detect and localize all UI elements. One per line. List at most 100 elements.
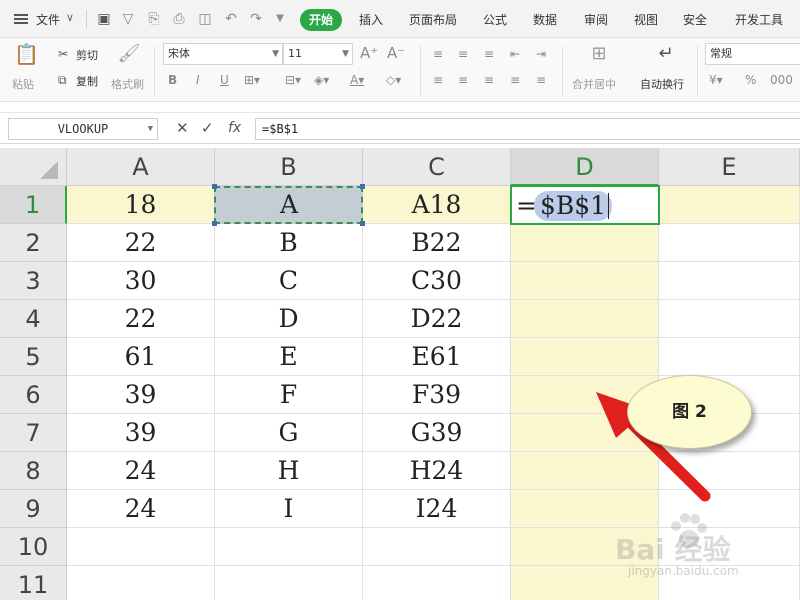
- select-all-corner[interactable]: [0, 148, 67, 186]
- borders-icon[interactable]: ⊞▾: [244, 72, 260, 88]
- cell-e4[interactable]: [659, 300, 800, 338]
- wrap-text-button[interactable]: 自动换行: [640, 76, 684, 92]
- underline-icon[interactable]: U: [220, 72, 229, 88]
- tab-security[interactable]: 安全: [683, 11, 707, 28]
- clear-format-icon[interactable]: ◇▾: [386, 72, 401, 88]
- insert-function-icon[interactable]: fx: [228, 119, 241, 137]
- cell-style-icon[interactable]: ⊟▾: [285, 72, 301, 88]
- font-name-select[interactable]: 宋体 ▼: [163, 43, 283, 65]
- cut-button[interactable]: 剪切: [76, 47, 98, 63]
- cancel-icon[interactable]: ✕: [176, 119, 189, 137]
- decrease-font-icon[interactable]: A⁻: [387, 45, 405, 61]
- bold-icon[interactable]: B: [168, 72, 177, 88]
- tab-home[interactable]: 开始: [300, 9, 343, 31]
- cell-e5[interactable]: [659, 338, 800, 376]
- print-preview-icon[interactable]: ◫: [196, 10, 214, 28]
- cell-b9[interactable]: I: [215, 490, 363, 528]
- number-format-select[interactable]: 常规: [705, 43, 800, 65]
- cell-c5[interactable]: E61: [363, 338, 511, 376]
- cell-d2[interactable]: [511, 224, 659, 262]
- cell-a2[interactable]: 22: [67, 224, 215, 262]
- name-box[interactable]: VLOOKUP ▼: [8, 118, 158, 140]
- row-header-4[interactable]: 4: [0, 300, 67, 338]
- save-icon[interactable]: ▣: [95, 10, 113, 28]
- cell-a6[interactable]: 39: [67, 376, 215, 414]
- column-header-e[interactable]: E: [659, 148, 800, 186]
- cell-c11[interactable]: [363, 566, 511, 600]
- cell-a9[interactable]: 24: [67, 490, 215, 528]
- cell-a7[interactable]: 39: [67, 414, 215, 452]
- cell-b7[interactable]: G: [215, 414, 363, 452]
- hamburger-menu-icon[interactable]: [14, 14, 28, 24]
- cell-c4[interactable]: D22: [363, 300, 511, 338]
- cell-a3[interactable]: 30: [67, 262, 215, 300]
- formula-input[interactable]: =$B$1: [255, 118, 800, 140]
- cell-e2[interactable]: [659, 224, 800, 262]
- align-middle-icon[interactable]: ≡: [458, 46, 468, 62]
- cell-b2[interactable]: B: [215, 224, 363, 262]
- cell-a1[interactable]: 18: [67, 186, 215, 224]
- cell-c8[interactable]: H24: [363, 452, 511, 490]
- row-header-6[interactable]: 6: [0, 376, 67, 414]
- tab-view[interactable]: 视图: [634, 11, 658, 28]
- align-right-icon[interactable]: ≡: [484, 72, 494, 88]
- cell-b8[interactable]: H: [215, 452, 363, 490]
- justify-icon[interactable]: ≡: [510, 72, 520, 88]
- tab-developer[interactable]: 开发工具: [735, 11, 783, 28]
- cell-b5[interactable]: E: [215, 338, 363, 376]
- italic-icon[interactable]: I: [196, 72, 200, 88]
- tab-insert[interactable]: 插入: [359, 11, 383, 28]
- row-header-11[interactable]: 11: [0, 566, 67, 600]
- cell-b6[interactable]: F: [215, 376, 363, 414]
- print-icon[interactable]: ⎙: [170, 10, 188, 28]
- copy-icon[interactable]: ⧉: [58, 72, 67, 88]
- indent-icon[interactable]: ⇤: [510, 46, 520, 62]
- format-painter-button[interactable]: 格式刷: [111, 76, 144, 92]
- active-cell-d1[interactable]: = $B$1: [510, 185, 660, 225]
- row-header-2[interactable]: 2: [0, 224, 67, 262]
- cell-a11[interactable]: [67, 566, 215, 600]
- cell-d3[interactable]: [511, 262, 659, 300]
- customize-toolbar-icon[interactable]: ▼: [271, 10, 289, 28]
- tab-data[interactable]: 数据: [533, 11, 557, 28]
- copy-button[interactable]: 复制: [76, 73, 98, 89]
- cell-c9[interactable]: I24: [363, 490, 511, 528]
- cell-b4[interactable]: D: [215, 300, 363, 338]
- cell-a10[interactable]: [67, 528, 215, 566]
- align-left-icon[interactable]: ≡: [433, 72, 443, 88]
- wrap-text-icon[interactable]: ↵: [655, 45, 677, 63]
- row-header-3[interactable]: 3: [0, 262, 67, 300]
- redo-icon[interactable]: ↷: [247, 10, 265, 28]
- export-icon[interactable]: ⎘: [145, 10, 163, 28]
- cell-c1[interactable]: A18: [363, 186, 511, 224]
- row-header-10[interactable]: 10: [0, 528, 67, 566]
- cell-b3[interactable]: C: [215, 262, 363, 300]
- chevron-down-icon[interactable]: ∨: [66, 11, 74, 24]
- column-header-c[interactable]: C: [363, 148, 511, 186]
- merge-center-button[interactable]: 合并居中: [572, 76, 616, 92]
- cell-e1[interactable]: [659, 186, 800, 224]
- column-header-d[interactable]: D: [511, 148, 659, 186]
- format-painter-icon[interactable]: 🖌: [117, 45, 141, 63]
- cell-a4[interactable]: 22: [67, 300, 215, 338]
- cell-b11[interactable]: [215, 566, 363, 600]
- font-color-icon[interactable]: A▾: [350, 72, 364, 88]
- tab-page-layout[interactable]: 页面布局: [409, 11, 457, 28]
- cell-a8[interactable]: 24: [67, 452, 215, 490]
- distributed-icon[interactable]: ≡: [536, 72, 546, 88]
- cell-d5[interactable]: [511, 338, 659, 376]
- align-bottom-icon[interactable]: ≡: [484, 46, 494, 62]
- column-header-a[interactable]: A: [67, 148, 215, 186]
- cell-a5[interactable]: 61: [67, 338, 215, 376]
- cell-c10[interactable]: [363, 528, 511, 566]
- currency-icon[interactable]: ¥▾: [709, 72, 723, 88]
- align-center-icon[interactable]: ≡: [458, 72, 468, 88]
- fill-color-icon[interactable]: ◈▾: [314, 72, 329, 88]
- filter-icon[interactable]: ▽: [119, 10, 137, 28]
- outdent-icon[interactable]: ⇥: [536, 46, 546, 62]
- paste-button[interactable]: 粘贴: [12, 76, 34, 92]
- row-header-9[interactable]: 9: [0, 490, 67, 528]
- thousands-icon[interactable]: 000: [770, 72, 793, 88]
- increase-font-icon[interactable]: A⁺: [360, 45, 378, 61]
- cell-c6[interactable]: F39: [363, 376, 511, 414]
